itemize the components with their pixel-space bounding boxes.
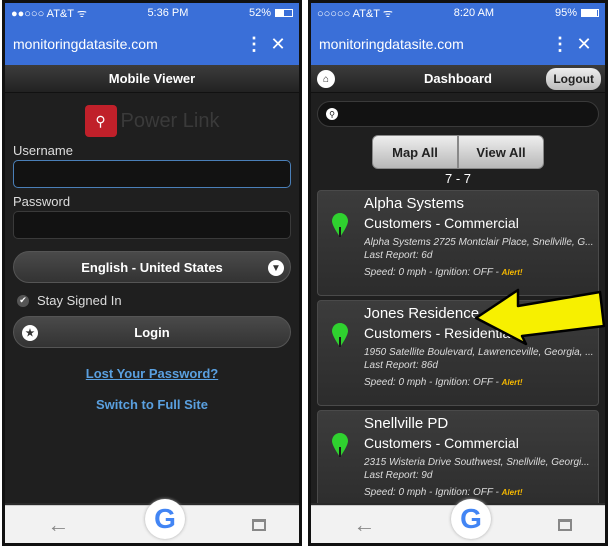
map-pin-icon [332,323,348,347]
stay-signed-in-checkbox[interactable]: ✔ Stay Signed In [13,293,291,308]
list-item[interactable]: Alpha Systems Customers - Commercial Alp… [317,190,599,296]
username-label: Username [13,143,73,158]
star-icon: ★ [22,325,38,341]
item-last-report: Last Report: 6d [364,250,433,261]
alert-badge: Alert! [501,268,523,277]
overflow-menu-icon[interactable]: ⋮ [243,34,265,55]
browser-toolbar: monitoringdatasite.com ⋮ ✕ [5,23,299,65]
home-icon[interactable]: ⌂ [317,70,335,88]
google-icon[interactable]: G [450,498,491,539]
check-icon: ✔ [17,294,29,307]
list-item[interactable]: Snellville PD Customers - Commercial 231… [317,410,599,503]
tabs-icon[interactable] [557,518,572,531]
item-speed-text: Speed: 0 mph - Ignition: OFF - [364,487,502,498]
item-speed: Speed: 0 mph - Ignition: OFF - Alert! [364,487,594,498]
android-nav-bar: ← G [311,498,605,543]
logout-button[interactable]: Logout [546,68,601,90]
annotation-arrow-icon [474,288,606,346]
logo: ⚲ Power Link [13,101,291,141]
map-pin-icon [332,433,348,457]
item-name: Alpha Systems [364,195,465,212]
close-icon[interactable]: ✕ [571,34,597,55]
device-list: Alpha Systems Customers - Commercial Alp… [317,190,599,503]
language-select[interactable]: English - United States ▼ [13,251,291,283]
login-label: Login [134,324,170,340]
view-toggle: Map All View All [311,135,605,169]
page-title-bar: ⌂ Dashboard Logout [311,65,605,93]
battery-percent: 52% [248,7,271,19]
item-speed-text: Speed: 0 mph - Ignition: OFF - [364,267,502,278]
stay-signed-in-label: Stay Signed In [37,293,122,308]
map-pin-icon [332,213,348,237]
tabs-icon[interactable] [251,518,266,531]
item-address: 1950 Satellite Boulevard, Lawrenceville,… [364,347,594,358]
battery-icon [275,9,293,17]
carrier-label: ●●○○○ AT&T ᯤ [11,7,87,20]
alert-badge: Alert! [501,378,523,387]
back-arrow-icon[interactable]: ← [38,512,78,538]
item-category: Customers - Commercial [364,435,519,451]
battery-percent: 95% [554,7,577,19]
result-count: 7 - 7 [444,171,471,186]
alert-badge: Alert! [501,488,523,497]
back-arrow-icon[interactable]: ← [344,512,384,538]
google-icon[interactable]: G [144,498,185,539]
item-speed-text: Speed: 0 mph - Ignition: OFF - [364,377,502,388]
map-all-button[interactable]: Map All [372,135,458,169]
android-nav-bar: ← G [5,498,299,543]
search-input[interactable]: ⚲ [317,101,599,127]
lost-password-link[interactable]: Lost Your Password? [13,366,291,381]
login-form: ⚲ Power Link Username Password English -… [5,93,299,503]
item-speed: Speed: 0 mph - Ignition: OFF - Alert! [364,267,594,278]
full-site-link[interactable]: Switch to Full Site [13,397,291,412]
item-address: Alpha Systems 2725 Montclair Place, Snel… [364,237,594,248]
carrier-label: ○○○○○ AT&T ᯤ [317,7,393,20]
status-bar: ○○○○○ AT&T ᯤ 8:20 AM 95% [311,3,605,23]
item-last-report: Last Report: 9d [364,470,433,481]
password-input[interactable] [13,211,291,239]
language-value: English - United States [81,259,223,275]
close-icon[interactable]: ✕ [265,34,291,55]
username-input[interactable] [13,160,291,188]
item-category: Customers - Commercial [364,215,519,231]
item-name: Snellville PD [364,415,449,432]
url-field[interactable]: monitoringdatasite.com [13,36,243,52]
login-screen: ●●○○○ AT&T ᯤ 5:36 PM 52% monitoringdatas… [2,0,302,546]
item-last-report: Last Report: 86d [364,360,438,371]
view-all-button[interactable]: View All [458,135,544,169]
clock: 5:36 PM [147,7,189,19]
chevron-down-icon: ▼ [268,260,284,276]
logo-text: Power Link [120,109,220,132]
battery-icon [580,9,599,17]
browser-toolbar: monitoringdatasite.com ⋮ ✕ [311,23,605,65]
search-icon: ⚲ [326,108,338,120]
item-speed: Speed: 0 mph - Ignition: OFF - Alert! [364,377,594,388]
url-field[interactable]: monitoringdatasite.com [319,36,549,52]
link-logo-icon: ⚲ [84,105,117,137]
item-address: 2315 Wisteria Drive Southwest, Snellvill… [364,457,590,468]
dashboard-screen: ○○○○○ AT&T ᯤ 8:20 AM 95% monitoringdatas… [308,0,608,546]
page-title: Mobile Viewer [108,71,196,86]
page-title-bar: Mobile Viewer [5,65,299,93]
page-title: Dashboard [424,71,492,86]
status-bar: ●●○○○ AT&T ᯤ 5:36 PM 52% [5,3,299,23]
clock: 8:20 AM [453,7,495,19]
login-button[interactable]: ★ Login [13,316,291,348]
overflow-menu-icon[interactable]: ⋮ [549,34,571,55]
password-label: Password [13,194,71,209]
